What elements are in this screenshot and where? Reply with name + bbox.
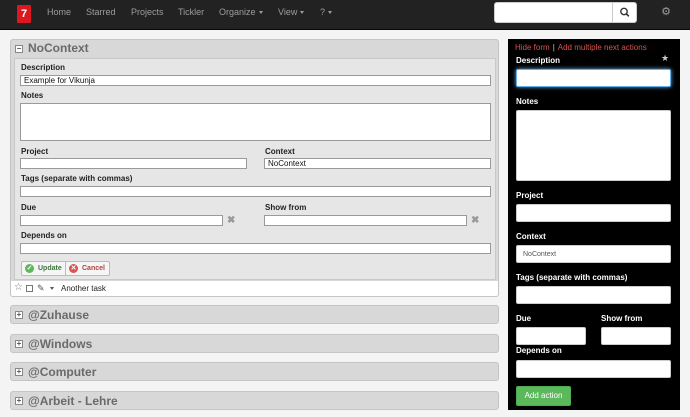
close-icon: ✕	[69, 264, 78, 273]
expand-icon[interactable]: +	[15, 311, 23, 319]
nav-organize[interactable]: Organize	[219, 0, 263, 30]
context-panel-zuhause[interactable]: + @Zuhause	[10, 305, 499, 324]
clear-due-icon[interactable]: ✖	[227, 216, 235, 226]
hide-form-link[interactable]: Hide form	[515, 43, 550, 52]
sidebar-description-input[interactable]	[516, 69, 671, 87]
sidebar-notes-textarea[interactable]	[516, 110, 671, 181]
context-title: @Zuhause	[28, 308, 90, 322]
sidebar-links: Hide form | Add multiple next actions	[515, 43, 647, 52]
collapse-icon[interactable]: −	[15, 45, 23, 53]
context-panel-windows[interactable]: + @Windows	[10, 334, 499, 353]
context-title: @Computer	[28, 365, 97, 379]
sidebar-project-input[interactable]	[516, 204, 671, 222]
sidebar-depends-input[interactable]	[516, 360, 671, 378]
nav-starred[interactable]: Starred	[86, 0, 116, 30]
description-input[interactable]	[20, 75, 491, 86]
search-box	[494, 2, 637, 23]
due-input[interactable]	[20, 215, 223, 226]
app-logo[interactable]: 7	[17, 5, 31, 23]
notes-label: Notes	[21, 91, 44, 100]
add-action-button[interactable]: Add action	[516, 386, 571, 406]
context-label: Context	[265, 147, 295, 156]
show-from-label: Show from	[265, 203, 307, 212]
sidebar-show-from-label: Show from	[601, 314, 643, 323]
nav-projects[interactable]: Projects	[131, 0, 164, 30]
new-action-sidebar: Hide form | Add multiple next actions Desc…	[508, 39, 680, 410]
description-label: Description	[21, 63, 66, 72]
show-from-input[interactable]	[264, 215, 467, 226]
context-input[interactable]	[264, 158, 491, 169]
expand-icon[interactable]: +	[15, 340, 23, 348]
link-separator: |	[552, 43, 555, 52]
search-button[interactable]	[612, 3, 636, 22]
context-title: NoContext	[28, 41, 89, 55]
due-label: Due	[21, 203, 37, 212]
context-title: @Windows	[28, 337, 93, 351]
chevron-down-icon[interactable]	[50, 287, 54, 290]
nav-view[interactable]: View	[278, 0, 305, 30]
sidebar-context-label: Context	[516, 232, 546, 241]
chevron-down-icon	[300, 11, 305, 15]
add-multiple-link[interactable]: Add multiple next actions	[558, 43, 647, 52]
star-icon[interactable]: ☆	[14, 282, 23, 294]
depends-label: Depends on	[21, 231, 67, 240]
depends-input[interactable]	[20, 243, 491, 254]
sidebar-depends-label: Depends on	[516, 346, 562, 355]
edit-icon[interactable]: ✎	[37, 282, 45, 294]
task-row: ☆ ✎ Another task	[10, 281, 499, 297]
expand-icon[interactable]: +	[15, 368, 23, 376]
clear-show-from-icon[interactable]: ✖	[471, 216, 479, 226]
project-input[interactable]	[20, 158, 247, 169]
sidebar-due-label: Due	[516, 314, 532, 323]
sidebar-description-label: Description	[516, 56, 561, 65]
sidebar-context-input[interactable]	[516, 245, 671, 263]
check-icon: ✓	[25, 264, 34, 273]
star-icon[interactable]: ★	[661, 53, 669, 64]
task-checkbox[interactable]	[26, 285, 33, 292]
update-button[interactable]: ✓ Update	[21, 261, 67, 276]
nav-home[interactable]: Home	[47, 0, 71, 30]
chevron-down-icon	[328, 11, 333, 15]
cancel-button[interactable]: ✕ Cancel	[65, 261, 110, 276]
sidebar-tags-input[interactable]	[516, 286, 671, 304]
notes-textarea[interactable]	[20, 103, 491, 141]
task-name[interactable]: Another task	[61, 284, 106, 293]
tags-label: Tags (separate with commas)	[21, 174, 133, 183]
context-panel-arbeit-lehre[interactable]: + @Arbeit - Lehre	[10, 391, 499, 410]
sidebar-notes-label: Notes	[516, 97, 539, 106]
project-label: Project	[21, 147, 49, 156]
edit-task-form: Description Notes Project Context Tags (…	[14, 58, 496, 280]
expand-icon[interactable]: +	[15, 397, 23, 405]
search-input[interactable]	[495, 3, 611, 22]
nav-tickler[interactable]: Tickler	[178, 0, 204, 30]
tags-input[interactable]	[20, 186, 491, 197]
context-header[interactable]: − NoContext	[11, 40, 498, 57]
sidebar-project-label: Project	[516, 191, 544, 200]
gear-icon[interactable]: ⚙	[660, 6, 672, 18]
sidebar-tags-label: Tags (separate with commas)	[516, 273, 628, 282]
context-title: @Arbeit - Lehre	[28, 394, 118, 408]
navbar: 7 Home Starred Projects Tickler Organize…	[0, 0, 690, 30]
chevron-down-icon	[258, 11, 263, 15]
nav-help[interactable]: ?	[320, 0, 333, 30]
sidebar-due-input[interactable]	[516, 327, 586, 345]
sidebar-show-from-input[interactable]	[601, 327, 671, 345]
context-panel-computer[interactable]: + @Computer	[10, 362, 499, 381]
search-icon	[620, 7, 630, 17]
